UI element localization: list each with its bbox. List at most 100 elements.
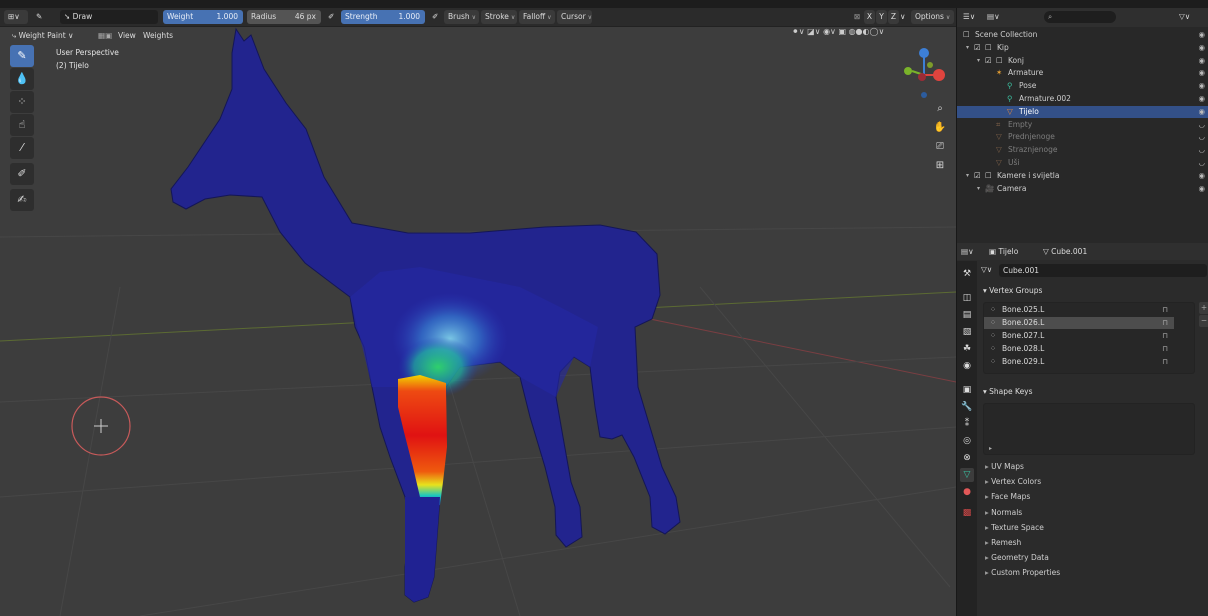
visibility-eye-icon[interactable]: ◡ [1198,131,1205,143]
outliner-row[interactable]: ▽ Straznjenoge ◡ [957,144,1208,156]
visibility-eye-icon[interactable]: ◉ [1198,67,1205,79]
visibility-eye-icon[interactable]: ◉ [1198,170,1205,182]
properties-editor-icon[interactable]: ▤∨ [961,247,974,256]
collapsed-panel-header[interactable]: ▸ Vertex Colors [985,475,1041,489]
collapsed-panel-header[interactable]: ▸ Normals [985,506,1022,520]
outliner-search[interactable]: ⌕ [1044,11,1116,23]
draw-tool-icon[interactable]: ✎ [10,45,34,67]
vertex-group-item[interactable]: ⁘ Bone.025.L ⊓ [984,304,1174,316]
overlay-toggle-icon[interactable]: ◉∨ [823,27,838,36]
stroke-menu[interactable]: Stroke [481,10,517,24]
visibility-eye-icon[interactable]: ◡ [1198,144,1205,156]
particles-tab-icon[interactable]: ⁑ [960,417,974,431]
collapsed-panel-header[interactable]: ▸ Geometry Data [985,551,1049,565]
smear-tool-icon[interactable]: ☝ [10,114,34,136]
visibility-eye-icon[interactable]: ◡ [1198,119,1205,131]
mesh-data-tab-icon[interactable]: ▽ [960,468,974,482]
strength-field[interactable]: Strength 1.000 [341,10,425,24]
modifier-tab-icon[interactable]: 🔧 [960,400,974,414]
visibility-eye-icon[interactable]: ◉ [1198,80,1205,92]
radius-field[interactable]: Radius 46 px [247,10,321,24]
visibility-eye-icon[interactable]: ◉ [1198,29,1205,41]
shading-modes-icon[interactable]: ◍●◐◯∨ [849,27,885,36]
collapsed-panel-header[interactable]: ▸ UV Maps [985,460,1024,474]
xray-icon[interactable]: ▣ [838,27,848,36]
sample-weight-tool-icon[interactable]: ✐ [10,163,34,185]
horse-mesh[interactable] [170,27,681,603]
strength-pressure-icon[interactable]: ✐ [428,10,442,24]
collapsed-panel-header[interactable]: ▸ Remesh [985,536,1021,550]
world-tab-icon[interactable]: ◉ [960,359,974,373]
view-menu[interactable]: View [118,31,136,40]
lock-icon[interactable]: ⊓ [1162,330,1168,342]
vertex-group-item[interactable]: ⁘ Bone.028.L ⊓ [984,343,1174,355]
expand-arrow-icon[interactable]: ▾ [977,55,980,67]
weight-field[interactable]: Weight 1.000 [163,10,243,24]
lock-icon[interactable]: ⊓ [1162,304,1168,316]
weights-menu[interactable]: Weights [143,31,173,40]
view-object-types-icon[interactable]: ⚫∨ [792,27,807,36]
vertex-group-item[interactable]: ⁘ Bone.027.L ⊓ [984,330,1174,342]
vertex-group-item[interactable]: ⁘ Bone.029.L ⊓ [984,356,1174,368]
visibility-eye-icon[interactable]: ◡ [1198,157,1205,169]
visibility-eye-icon[interactable]: ◉ [1198,42,1205,54]
editor-type-menu[interactable]: ⊞∨ [4,10,28,24]
exclude-checkbox[interactable]: ☑ [974,42,981,54]
constraints-tab-icon[interactable]: ⊗ [960,451,974,465]
annotate-tool-icon[interactable]: ✍ [10,189,34,211]
mesh-browse-icon[interactable]: ▽∨ [981,265,992,274]
mesh-name-field[interactable]: Cube.001 [999,264,1207,277]
outliner-row[interactable]: ▽ Uši ◡ [957,157,1208,169]
outliner-row[interactable]: ⚲ Pose ◉ [957,80,1208,92]
radius-pressure-icon[interactable]: ✐ [324,10,338,24]
shape-keys-header[interactable]: ▾ Shape Keys [979,385,1208,399]
gizmo-toggle-icon[interactable]: ◪∨ [807,27,823,36]
outliner-row[interactable]: ▾ ☑ ☐ Kip ◉ [957,42,1208,54]
expand-arrow-icon[interactable]: ▾ [977,183,980,195]
lock-icon[interactable]: ⊓ [1162,356,1168,368]
visibility-eye-icon[interactable]: ◉ [1198,55,1205,67]
filter-icon[interactable]: ▽∨ [1179,12,1190,21]
zoom-icon[interactable]: ⌕ [931,100,949,118]
brush-menu[interactable]: Brush [444,10,479,24]
outliner-row[interactable]: ▽ Prednjenoge ◡ [957,131,1208,143]
object-tab-icon[interactable]: ▣ [960,383,974,397]
outliner-row[interactable]: ▾ ☑ ☐ Kamere i svijetla ◉ [957,170,1208,182]
outliner-row[interactable]: ⚲ Armature.002 ◉ [957,93,1208,105]
visibility-eye-icon[interactable]: ◉ [1198,183,1205,195]
tool-tab-icon[interactable]: ⚒ [960,267,974,281]
pan-icon[interactable]: ✋ [931,119,949,137]
list-expand-icon[interactable]: ▸ [989,445,992,452]
mode-selector[interactable]: ⤷ Weight Paint ∨ [12,31,74,41]
axis-z-toggle[interactable]: Z [888,10,899,24]
outliner-row[interactable]: ⌗ Empty ◡ [957,119,1208,131]
outliner-editor-icon[interactable]: ☰∨ [963,12,975,21]
collapsed-panel-header[interactable]: ▸ Custom Properties [985,566,1060,580]
render-tab-icon[interactable]: ◫ [960,291,974,305]
remove-vertex-group-icon[interactable]: − [1199,315,1208,327]
physics-tab-icon[interactable]: ◎ [960,434,974,448]
collapsed-panel-header[interactable]: ▸ Face Maps [985,490,1030,504]
gradient-tool-icon[interactable]: ⁄ [10,137,34,159]
falloff-menu[interactable]: Falloff [519,10,555,24]
vertex-group-item[interactable]: ⁘ Bone.026.L ⊓ [984,317,1174,329]
3d-viewport[interactable]: ⤷ Weight Paint ∨ ▦▣ View Weights User Pe… [0,27,956,616]
outliner-row[interactable]: ▽ Tijelo ◉ [957,105,1208,118]
visibility-eye-icon[interactable]: ◉ [1198,106,1205,118]
visibility-eye-icon[interactable]: ◉ [1198,93,1205,105]
exclude-checkbox[interactable]: ☑ [985,55,992,67]
symmetry-dropdown-icon[interactable]: ∨ [900,10,909,24]
brush-selector[interactable]: ➘ Draw [60,10,158,24]
output-tab-icon[interactable]: ▤ [960,308,974,322]
material-tab-icon[interactable]: ● [960,485,974,499]
paint-mask-icon[interactable]: ▦▣ [98,31,112,40]
outliner-row[interactable]: ☐ Scene Collection ◉ [957,29,1208,41]
lock-icon[interactable]: ⊓ [1162,343,1168,355]
exclude-checkbox[interactable]: ☑ [974,170,981,182]
scene-tab-icon[interactable]: ☘ [960,342,974,356]
ortho-toggle-icon[interactable]: ⊞ [931,157,949,175]
outliner-row[interactable]: ▾ ☑ ☐ Konj ◉ [957,55,1208,67]
add-vertex-group-icon[interactable]: + [1199,302,1208,314]
cursor-menu[interactable]: Cursor [557,10,592,24]
outliner-row[interactable]: ▾ 🎥 Camera ◉ [957,183,1208,195]
